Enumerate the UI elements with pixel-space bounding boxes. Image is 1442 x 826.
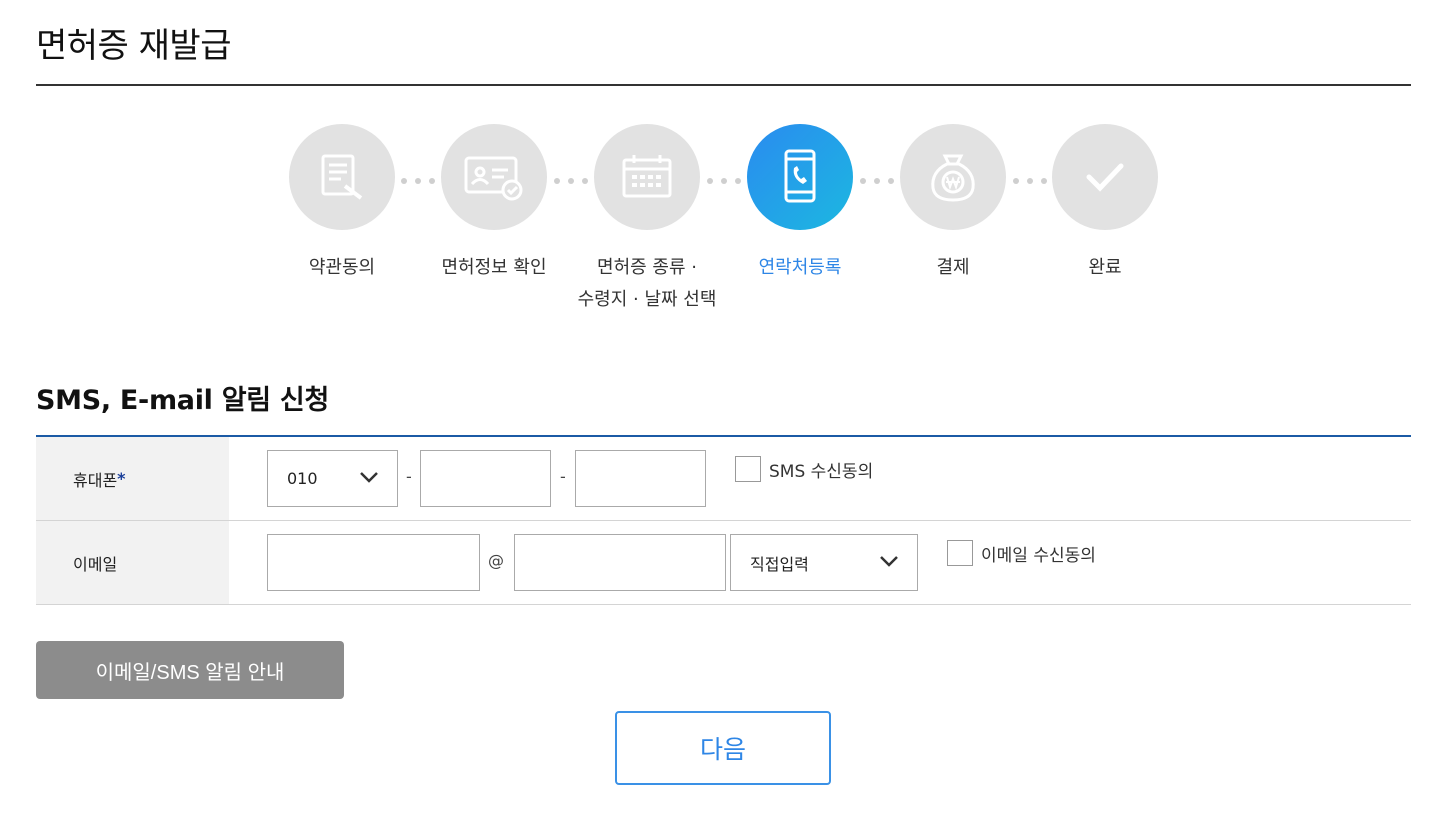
step-connector xyxy=(1013,178,1047,184)
email-label: 이메일 xyxy=(36,521,229,604)
phone-row: 휴대폰 * 010 - - SMS 수신동의 xyxy=(36,437,1411,521)
phone-prefix-value: 010 xyxy=(287,469,318,488)
email-domain-select[interactable]: 직접입력 xyxy=(730,534,918,591)
id-card-check-icon xyxy=(441,124,547,230)
document-sign-icon xyxy=(289,124,395,230)
step-connector xyxy=(401,178,435,184)
step-license-info: 면허정보 확인 xyxy=(441,124,547,278)
step-connector xyxy=(707,178,741,184)
step-payment: 결제 xyxy=(900,124,1006,278)
checkmark-icon xyxy=(1052,124,1158,230)
email-domain-input[interactable] xyxy=(514,534,726,591)
email-domain-select-value: 직접입력 xyxy=(750,554,809,574)
phone-separator: - xyxy=(406,467,412,486)
money-bag-won-icon xyxy=(900,124,1006,230)
step-complete: 완료 xyxy=(1052,124,1158,278)
notice-button[interactable]: 이메일/SMS 알림 안내 xyxy=(36,641,344,699)
phone-separator: - xyxy=(560,467,566,486)
chevron-down-icon xyxy=(880,556,898,567)
step-contact: 연락처등록 xyxy=(747,124,853,278)
next-button[interactable]: 다음 xyxy=(615,711,831,785)
email-consent-label: 이메일 수신동의 xyxy=(981,545,1096,566)
progress-stepper: 약관동의 면허정보 확인 면허증 종류 · 수령지 · 날짜 선택 연락처등록 … xyxy=(0,0,1442,330)
step-label-line2: 수령지 · 날짜 선택 xyxy=(577,289,717,310)
email-consent-checkbox[interactable]: 이메일 수신동의 xyxy=(947,540,1096,566)
phone-label-text: 휴대폰 xyxy=(73,470,118,490)
sms-consent-checkbox[interactable]: SMS 수신동의 xyxy=(735,456,873,482)
step-label: 완료 xyxy=(1088,257,1122,278)
mobile-phone-icon xyxy=(747,124,853,230)
required-mark: * xyxy=(117,469,126,488)
email-row: 이메일 @ 직접입력 이메일 수신동의 xyxy=(36,521,1411,605)
sms-consent-label: SMS 수신동의 xyxy=(769,461,874,482)
step-connector xyxy=(860,178,894,184)
at-sign: @ xyxy=(488,551,504,570)
contact-form-table: 휴대폰 * 010 - - SMS 수신동의 이메일 @ 직접입력 이메일 수신동… xyxy=(36,435,1411,605)
phone-label: 휴대폰 * xyxy=(36,437,229,520)
email-local-input[interactable] xyxy=(267,534,480,591)
phone-prefix-select[interactable]: 010 xyxy=(267,450,398,507)
checkbox-box[interactable] xyxy=(735,456,761,482)
step-type-place-date: 면허증 종류 · 수령지 · 날짜 선택 xyxy=(578,124,716,310)
calendar-icon xyxy=(594,124,700,230)
step-label-line1: 면허증 종류 · xyxy=(597,257,697,278)
phone-last-input[interactable] xyxy=(575,450,706,507)
section-title: SMS, E-mail 알림 신청 xyxy=(36,385,329,416)
step-connector xyxy=(554,178,588,184)
checkbox-box[interactable] xyxy=(947,540,973,566)
chevron-down-icon xyxy=(360,472,378,483)
phone-middle-input[interactable] xyxy=(420,450,551,507)
step-terms: 약관동의 xyxy=(289,124,395,278)
